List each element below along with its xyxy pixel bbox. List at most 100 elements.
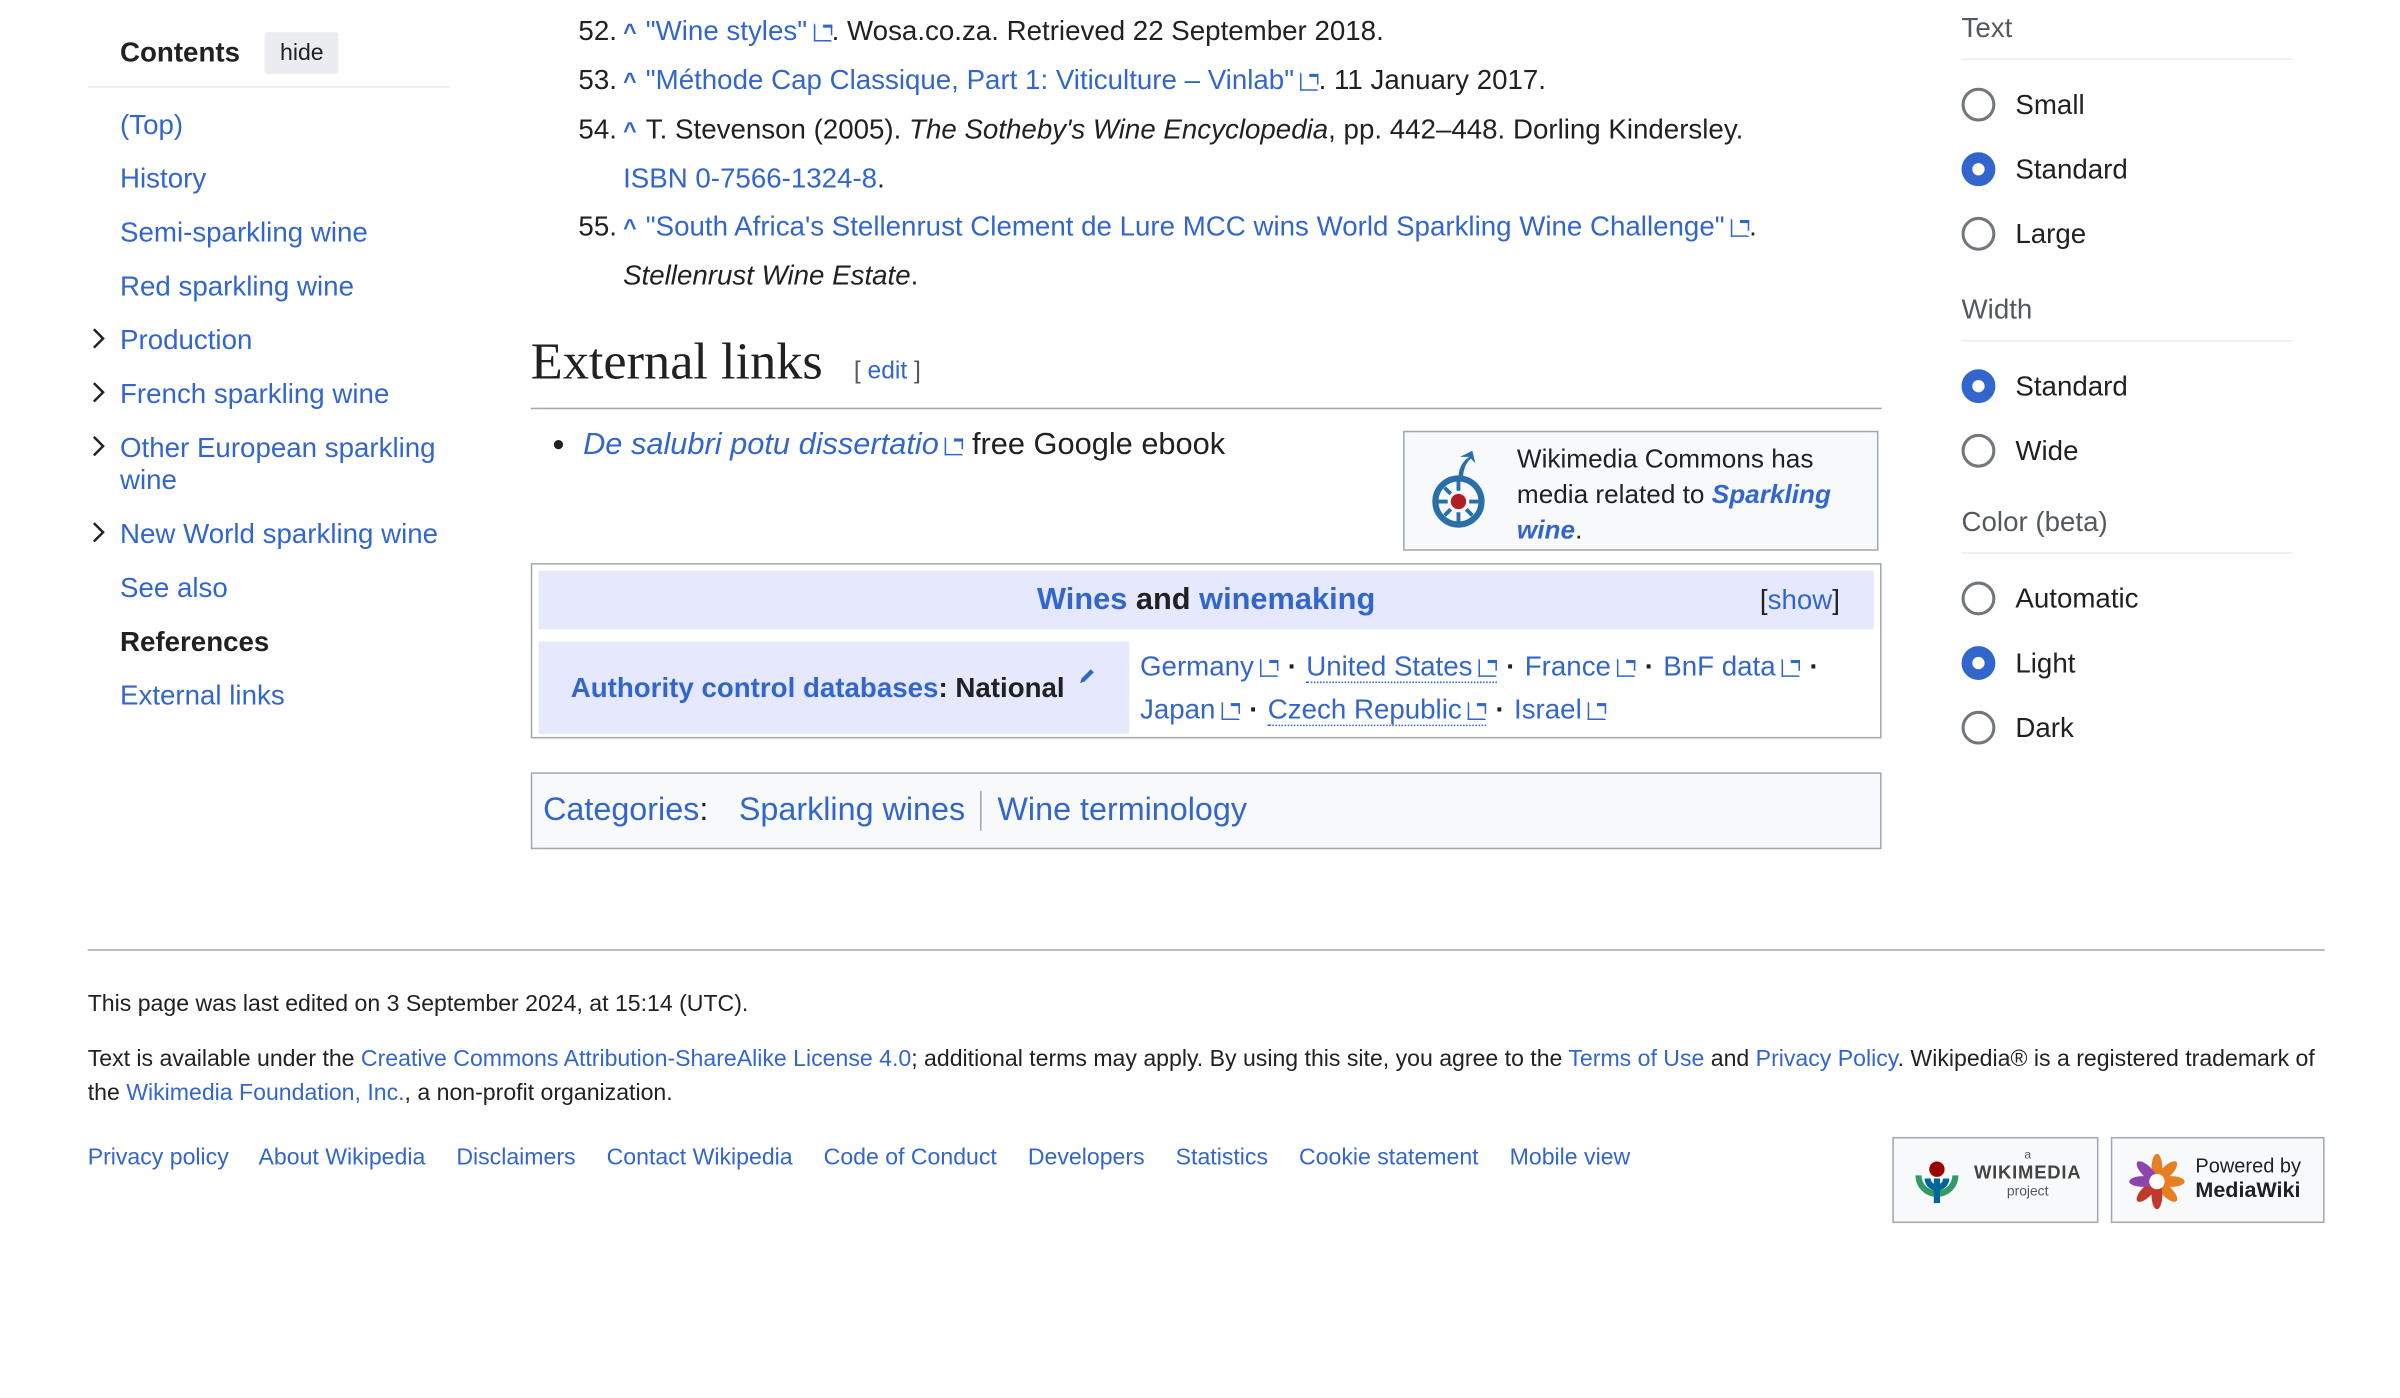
authority-link-germany[interactable]: Germany xyxy=(1140,651,1279,682)
footer-link-developers[interactable]: Developers xyxy=(1028,1145,1145,1171)
toc-item-label[interactable]: Red sparkling wine xyxy=(120,271,354,302)
navbox-show-toggle[interactable]: [show] xyxy=(1760,571,1840,629)
footer-link-cookie[interactable]: Cookie statement xyxy=(1299,1145,1479,1171)
radio-button[interactable] xyxy=(1961,433,1996,468)
category-link[interactable]: Wine terminology xyxy=(997,792,1247,827)
footer-link-about[interactable]: About Wikipedia xyxy=(259,1145,426,1171)
toc-item-red-sparkling[interactable]: Red sparkling wine xyxy=(88,271,451,303)
authority-link-israel[interactable]: Israel xyxy=(1514,694,1606,725)
footer-link-mobile[interactable]: Mobile view xyxy=(1510,1145,1631,1171)
reference-title: The Sotheby's Wine Encyclopedia xyxy=(909,113,1329,145)
footer-link-privacy[interactable]: Privacy policy xyxy=(88,1145,229,1171)
navbox-link-winemaking[interactable]: winemaking xyxy=(1199,583,1375,617)
radio-button[interactable] xyxy=(1961,710,1996,745)
badge-sub-text: project xyxy=(2006,1183,2049,1199)
radio-button-selected[interactable] xyxy=(1961,646,1996,680)
authority-link-united-states[interactable]: United States xyxy=(1306,650,1498,684)
color-light[interactable]: Light xyxy=(1961,631,2293,696)
toc-item-production[interactable]: Production xyxy=(88,325,451,357)
wikimedia-project-badge[interactable]: a WIKIMEDIA project xyxy=(1892,1136,2099,1224)
reference-link[interactable]: "South Africa's Stellenrust Clement de L… xyxy=(646,211,1749,242)
toc-item-label[interactable]: Production xyxy=(120,325,252,356)
color-dark[interactable]: Dark xyxy=(1961,695,2293,760)
toc-item-label[interactable]: Semi-sparkling wine xyxy=(120,217,368,248)
text-size-large[interactable]: Large xyxy=(1961,202,2293,267)
toc-title: Contents xyxy=(119,36,240,67)
text-size-heading: Text xyxy=(1961,12,2293,60)
backlink-caret[interactable]: ^ xyxy=(623,215,636,241)
commons-text: Wikimedia Commons has media related to S… xyxy=(1517,442,1868,548)
text-size-small[interactable]: Small xyxy=(1961,72,2293,137)
reference-text: . 11 January 2017. xyxy=(1318,64,1547,96)
option-label: Dark xyxy=(2015,711,2074,743)
width-wide[interactable]: Wide xyxy=(1961,418,2293,483)
categories-label[interactable]: Categories xyxy=(543,792,699,827)
authority-link-bnf[interactable]: BnF data xyxy=(1663,651,1800,682)
chevron-right-icon[interactable] xyxy=(88,435,110,457)
radio-button[interactable] xyxy=(1961,581,1996,616)
toc-item-top[interactable]: (Top) xyxy=(88,109,451,141)
category-link[interactable]: Sparkling wines xyxy=(739,792,965,827)
toc-item-references[interactable]: References xyxy=(88,626,451,658)
toc-item-label[interactable]: References xyxy=(120,626,269,657)
option-label: Standard xyxy=(2015,369,2128,401)
toc-item-label[interactable]: French sparkling wine xyxy=(120,378,389,409)
last-modified: This page was last edited on 3 September… xyxy=(87,990,749,1017)
external-link[interactable]: De salubri potu dissertatio xyxy=(583,428,963,462)
separator: · xyxy=(1287,650,1297,682)
reference-link[interactable]: "Méthode Cap Classique, Part 1: Viticult… xyxy=(646,65,1319,96)
footer: This page was last edited on 3 September… xyxy=(87,949,2325,1224)
toc-item-label[interactable]: History xyxy=(120,163,206,194)
pencil-icon[interactable] xyxy=(1079,666,1097,684)
toc-item-label[interactable]: (Top) xyxy=(120,109,183,140)
reference-text: . Wosa.co.za. Retrieved 22 September 201… xyxy=(831,15,1384,47)
backlink-caret[interactable]: ^ xyxy=(623,20,636,46)
isbn-link[interactable]: ISBN 0-7566-1324-8 xyxy=(623,163,877,194)
chevron-right-icon[interactable] xyxy=(88,522,110,544)
license-link[interactable]: Creative Commons Attribution-ShareAlike … xyxy=(361,1046,911,1072)
navbox-link-wines[interactable]: Wines xyxy=(1037,583,1127,617)
toc-item-see-also[interactable]: See also xyxy=(88,572,451,604)
terms-link[interactable]: Terms of Use xyxy=(1568,1046,1704,1072)
chevron-right-icon[interactable] xyxy=(88,328,110,350)
toc-item-label[interactable]: See also xyxy=(120,572,228,603)
powered-by-mediawiki-badge[interactable]: Powered by MediaWiki xyxy=(2110,1136,2325,1224)
text-size-standard[interactable]: Standard xyxy=(1961,137,2293,202)
backlink-caret[interactable]: ^ xyxy=(623,69,636,95)
reference-number: 55. xyxy=(578,210,617,242)
authority-control-list: Germany · United States · France · BnF data · Ja… xyxy=(1140,645,1863,731)
foundation-link[interactable]: Wikimedia Foundation, Inc. xyxy=(126,1080,404,1106)
toc-item-new-world[interactable]: New World sparkling wine xyxy=(88,518,451,550)
radio-button[interactable] xyxy=(1961,216,1996,251)
toc-item-french[interactable]: French sparkling wine xyxy=(88,378,451,410)
footer-link-statistics[interactable]: Statistics xyxy=(1176,1145,1268,1171)
toc-item-external-links[interactable]: External links xyxy=(88,680,451,712)
toc-hide-button[interactable]: hide xyxy=(264,31,340,74)
toc-item-history[interactable]: History xyxy=(88,163,451,195)
toc-item-label[interactable]: Other European sparkling wine xyxy=(120,432,436,495)
radio-button-selected[interactable] xyxy=(1961,152,1996,187)
authority-link-japan[interactable]: Japan xyxy=(1140,694,1240,725)
radio-button-selected[interactable] xyxy=(1961,369,1996,404)
authority-link-czech[interactable]: Czech Republic xyxy=(1267,693,1487,727)
footer-link-disclaimers[interactable]: Disclaimers xyxy=(456,1145,575,1171)
toc-item-semi-sparkling[interactable]: Semi-sparkling wine xyxy=(88,217,451,249)
authority-link-france[interactable]: France xyxy=(1525,651,1636,682)
toc-item-label[interactable]: External links xyxy=(120,680,285,711)
chevron-right-icon[interactable] xyxy=(88,382,110,404)
badge-small-text: Powered by xyxy=(2195,1153,2302,1177)
footer-link-conduct[interactable]: Code of Conduct xyxy=(824,1145,997,1171)
backlink-caret[interactable]: ^ xyxy=(623,118,636,144)
edit-link[interactable]: edit xyxy=(868,358,908,384)
width-standard[interactable]: Standard xyxy=(1961,354,2293,419)
privacy-link[interactable]: Privacy Policy xyxy=(1756,1046,1898,1072)
authority-control-link[interactable]: Authority control databases xyxy=(571,672,939,703)
reference-link[interactable]: "Wine styles" xyxy=(646,15,832,46)
wikimedia-commons-icon[interactable] xyxy=(1426,450,1491,534)
color-automatic[interactable]: Automatic xyxy=(1961,566,2293,631)
radio-button[interactable] xyxy=(1961,87,1996,122)
toc-item-label[interactable]: New World sparkling wine xyxy=(120,518,438,549)
show-link[interactable]: show xyxy=(1768,585,1833,616)
footer-link-contact[interactable]: Contact Wikipedia xyxy=(607,1145,793,1171)
toc-item-other-european[interactable]: Other European sparkling wine xyxy=(88,432,451,497)
